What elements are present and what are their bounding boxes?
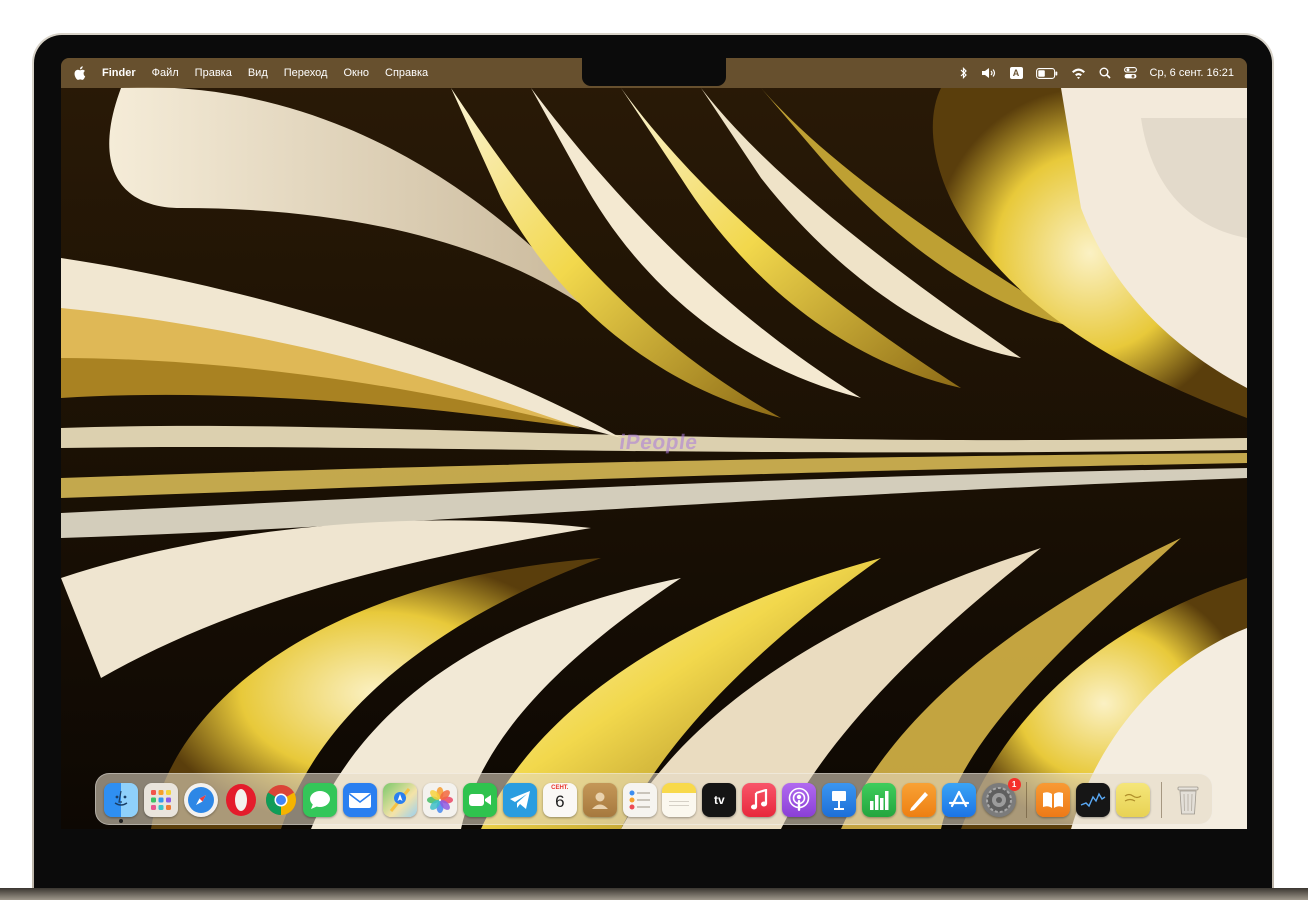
apple-tv-icon[interactable]: tv [702,783,737,817]
menu-bar: Finder Файл Правка Вид Переход Окно Спра… [61,58,1247,88]
dock-divider [1026,782,1028,818]
stickies-icon[interactable] [1116,783,1151,817]
dock-apps: СЕНТ. 6 tv 1 [104,778,1211,823]
safari-icon[interactable] [183,783,218,817]
menu-edit[interactable]: Правка [195,58,232,88]
chrome-icon[interactable] [264,783,298,817]
numbers-icon[interactable] [861,783,896,817]
notes-icon[interactable] [662,783,697,817]
trash-icon[interactable] [1171,783,1205,817]
spotlight-icon[interactable] [1099,58,1111,88]
control-center-icon[interactable] [1123,58,1137,88]
dock-divider-trash [1161,782,1163,818]
menu-window[interactable]: Окно [343,58,369,88]
camera-notch [582,58,726,86]
calendar-day: 6 [555,792,565,811]
bluetooth-icon[interactable] [960,58,968,88]
laptop-base-edge [0,888,1308,900]
notification-badge: 1 [1007,778,1021,791]
menu-clock[interactable]: Ср, 6 сент. 16:21 [1150,67,1235,79]
books-icon[interactable] [1036,783,1071,817]
running-indicator [119,819,123,823]
opera-icon[interactable] [224,783,258,817]
battery-icon[interactable] [1035,58,1058,88]
menu-go[interactable]: Переход [284,58,328,88]
calendar-icon[interactable]: СЕНТ. 6 [542,783,577,817]
input-source-icon[interactable]: A [1009,58,1023,88]
app-store-icon[interactable] [941,783,976,817]
reminders-icon[interactable] [622,783,657,817]
menu-app-name[interactable]: Finder [102,58,136,88]
contacts-icon[interactable] [582,783,617,817]
music-icon[interactable] [742,783,777,817]
dock: СЕНТ. 6 tv 1 [95,773,1213,825]
volume-icon[interactable] [981,58,997,88]
menu-view[interactable]: Вид [248,58,268,88]
finder-icon[interactable] [104,783,138,823]
input-source-label: A [1009,67,1023,79]
photos-icon[interactable] [423,783,458,817]
telegram-icon[interactable] [502,783,537,817]
tv-label: tv [714,793,725,807]
pages-icon[interactable] [901,783,936,817]
calendar-month: СЕНТ. [551,785,569,791]
menu-file[interactable]: Файл [152,58,179,88]
maps-icon[interactable] [383,783,418,817]
stocks-icon[interactable] [1076,783,1111,817]
messages-icon[interactable] [303,783,338,817]
launchpad-icon[interactable] [143,783,178,817]
menu-help[interactable]: Справка [385,58,428,88]
settings-icon[interactable]: 1 [981,778,1021,817]
watermark-text: iPeople [617,431,700,454]
apple-menu-icon[interactable] [74,58,86,88]
podcasts-icon[interactable] [782,783,817,817]
desktop-screen: Finder Файл Правка Вид Переход Окно Спра… [61,58,1247,829]
wifi-icon[interactable] [1071,58,1086,88]
keynote-icon[interactable] [822,783,857,817]
mail-icon[interactable] [343,783,378,817]
facetime-icon[interactable] [463,783,498,817]
